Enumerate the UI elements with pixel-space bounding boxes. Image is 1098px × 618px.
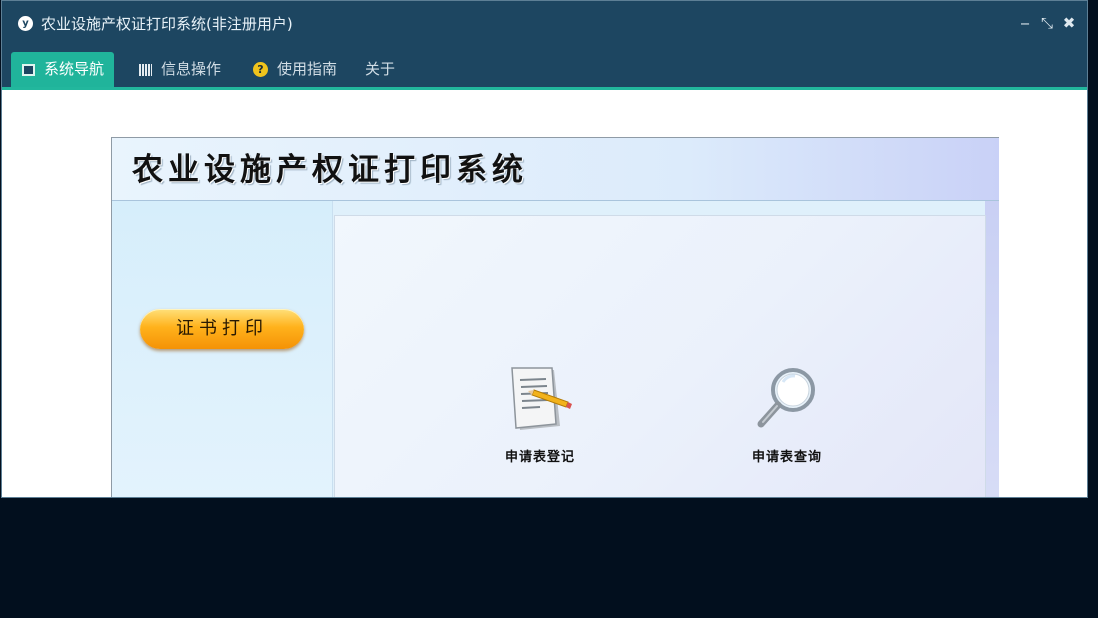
app-logo-icon: y [18,16,33,31]
monitor-icon [22,63,35,76]
application-query-action[interactable]: 申请表查询 [732,364,842,465]
menu-item-user-guide[interactable]: ? 使用指南 [253,52,337,87]
application-register-action[interactable]: 申请表登记 [485,364,595,465]
window-title: 农业设施产权证打印系统(非注册用户) [41,15,293,33]
application-register-label: 申请表登记 [504,450,575,465]
menu-item-info-ops[interactable]: 信息操作 [139,52,221,87]
restore-button[interactable]: ⤡ [1038,13,1056,33]
desktop-background [0,498,1098,618]
panel-title: 农业设施产权证打印系统 [132,152,528,188]
navigation-panel: 农业设施产权证打印系统 证书打印 申请表登记 申请表查询 [111,137,999,497]
grid-icon [139,63,152,76]
menu-item-label: 关于 [365,60,396,78]
menu-bar: 系统导航 信息操作 ? 使用指南 关于 [2,47,1087,90]
menu-item-about[interactable]: 关于 [365,52,395,87]
content-area: 农业设施产权证打印系统 证书打印 申请表登记 申请表查询 [2,90,1087,497]
close-button[interactable]: ✖ [1060,13,1078,33]
certificate-print-button[interactable]: 证书打印 [140,309,304,349]
panel-right-strip [985,201,999,497]
panel-header: 农业设施产权证打印系统 [112,138,999,201]
side-panel: 证书打印 [112,201,333,497]
menu-item-label: 使用指南 [277,60,338,78]
minimize-button[interactable]: ‒ [1016,13,1034,33]
title-bar[interactable]: y 农业设施产权证打印系统(非注册用户) ‒ ⤡ ✖ [2,1,1087,47]
help-icon: ? [253,62,268,77]
menu-item-label: 系统导航 [44,60,105,78]
menu-item-system-nav[interactable]: 系统导航 [11,52,115,87]
application-query-label: 申请表查询 [751,450,822,465]
app-window: y 农业设施产权证打印系统(非注册用户) ‒ ⤡ ✖ 系统导航 信息操作 ? 使… [1,0,1088,498]
menu-item-label: 信息操作 [161,60,222,78]
document-pencil-icon [511,367,572,430]
magnifier-icon [757,368,815,428]
main-action-area: 申请表登记 申请表查询 [334,215,986,497]
